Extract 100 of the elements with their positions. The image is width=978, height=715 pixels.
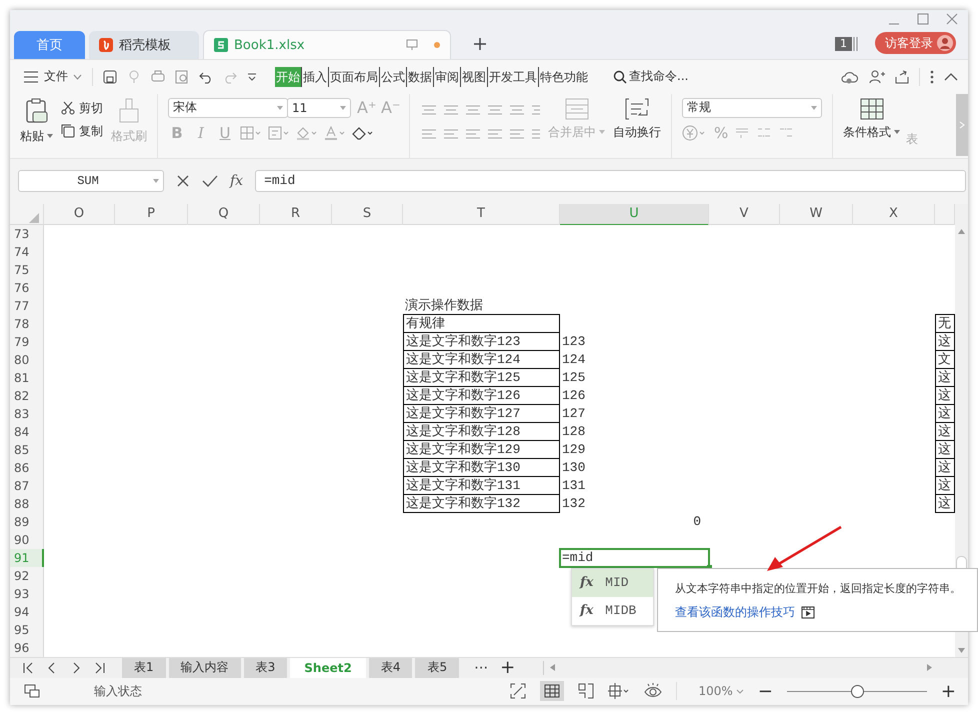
cancel-icon[interactable] (176, 174, 190, 188)
scroll-left-icon[interactable] (550, 664, 556, 671)
row-header[interactable]: 79 (10, 332, 44, 350)
ribbon-tab[interactable]: 页面布局 (328, 66, 379, 87)
wrap-text-button[interactable]: 自动换行 (613, 98, 661, 140)
sheet-tab[interactable]: 表5 (415, 658, 460, 678)
sheet-tab[interactable]: 输入内容 (168, 658, 241, 678)
row-header[interactable]: 89 (10, 512, 44, 530)
borders-icon[interactable] (240, 126, 262, 140)
increase-decimal-icon[interactable] (756, 126, 772, 140)
ribbon-tab[interactable]: 视图 (460, 66, 487, 87)
eraser-icon[interactable] (352, 126, 374, 140)
undo-icon[interactable] (199, 70, 213, 84)
zoom-dropdown[interactable]: 100% (698, 684, 744, 698)
row-header[interactable]: 92 (10, 566, 44, 584)
row-header[interactable]: 85 (10, 440, 44, 458)
row-header[interactable]: 95 (10, 620, 44, 638)
notification-badge[interactable]: 1 (835, 37, 852, 52)
add-sheet-button[interactable]: + (500, 657, 516, 678)
print-preview-icon[interactable] (175, 70, 189, 84)
row-header[interactable]: 81 (10, 368, 44, 386)
font-size-dropdown[interactable]: 11 (287, 98, 351, 118)
ribbon-tab[interactable]: 数据 (406, 66, 433, 87)
cloud-icon[interactable] (841, 70, 859, 84)
row-header[interactable]: 77 (10, 296, 44, 314)
document-tab[interactable]: Book1.xlsx (203, 30, 451, 60)
page-break-icon[interactable] (578, 683, 594, 700)
cell-style-icon[interactable] (268, 126, 290, 140)
sheet-tab[interactable]: 表3 (244, 658, 288, 678)
cut-button[interactable]: 剪切 (61, 100, 103, 116)
name-box[interactable]: SUM (18, 170, 164, 192)
share-icon[interactable] (895, 70, 909, 84)
video-icon[interactable] (801, 606, 815, 618)
row-header[interactable]: 74 (10, 242, 44, 260)
row-header[interactable]: 82 (10, 386, 44, 404)
save-icon[interactable] (103, 70, 117, 84)
last-sheet-icon[interactable] (94, 662, 106, 674)
checkmark-icon[interactable] (202, 174, 218, 188)
caret-icon[interactable] (247, 72, 257, 82)
freeze-panes-icon[interactable] (608, 683, 630, 700)
row-header[interactable]: 80 (10, 350, 44, 368)
ribbon-tab[interactable]: 插入 (301, 66, 328, 87)
row-header[interactable]: 88 (10, 494, 44, 512)
close-icon[interactable] (946, 13, 958, 25)
row-header[interactable]: 84 (10, 422, 44, 440)
ribbon-tab[interactable]: 开发工具 (487, 66, 538, 87)
function-suggestion[interactable]: fx MID (572, 568, 653, 596)
row-header[interactable]: 86 (10, 458, 44, 476)
paste-button[interactable]: 粘贴 (20, 98, 53, 144)
row-header[interactable]: 83 (10, 404, 44, 422)
fill-color-icon[interactable] (296, 126, 318, 140)
formula-input[interactable]: =mid (255, 170, 966, 192)
eye-icon[interactable] (644, 683, 662, 700)
more-icon[interactable] (930, 70, 934, 84)
ribbon-tab[interactable]: 公式 (379, 66, 406, 87)
row-header[interactable]: 75 (10, 260, 44, 278)
zoom-slider-thumb[interactable] (850, 684, 864, 698)
redo-icon[interactable] (223, 70, 237, 84)
thousands-separator-icon[interactable] (734, 126, 750, 140)
file-menu[interactable]: 文件 (44, 68, 82, 86)
scroll-up-icon[interactable] (958, 228, 965, 234)
login-button[interactable]: 访客登录 (875, 32, 956, 54)
number-format-dropdown[interactable]: 常规 (682, 98, 822, 118)
font-color-icon[interactable] (324, 126, 346, 140)
font-name-dropdown[interactable]: 宋体 (168, 98, 288, 118)
more-sheets-button[interactable]: ⋯ (474, 660, 488, 676)
function-suggestion[interactable]: fx MIDB (572, 596, 653, 624)
row-header[interactable]: 94 (10, 602, 44, 620)
add-user-icon[interactable] (869, 70, 885, 84)
conditional-format-button[interactable]: 条件格式 (843, 98, 900, 140)
row-header[interactable]: 93 (10, 584, 44, 602)
sheet-tab[interactable]: 表1 (122, 658, 166, 678)
row-header[interactable]: 87 (10, 476, 44, 494)
document-tab[interactable]: 稻壳模板 (89, 31, 199, 60)
function-tips-link[interactable]: 查看该函数的操作技巧 (675, 604, 795, 620)
zoom-out-button[interactable]: − (758, 680, 773, 702)
fullscreen-icon[interactable] (510, 683, 526, 700)
row-header[interactable]: 73 (10, 224, 44, 242)
maximize-icon[interactable] (917, 13, 929, 25)
zoom-in-button[interactable]: + (940, 680, 956, 702)
row-header[interactable]: 90 (10, 530, 44, 548)
sheet-tab[interactable]: Sheet2 (290, 658, 366, 678)
insert-function-button[interactable]: fx (230, 173, 244, 190)
scroll-right-icon[interactable] (927, 664, 932, 671)
command-search[interactable]: 查找命令... (613, 68, 688, 86)
normal-view-button[interactable] (540, 681, 564, 702)
collapse-icon[interactable] (944, 72, 958, 82)
menu-icon[interactable] (24, 70, 38, 83)
macro-icon[interactable] (24, 684, 40, 698)
copy-button[interactable]: 复制 (61, 122, 103, 140)
monitor-icon[interactable] (406, 39, 418, 52)
active-cell[interactable]: =mid (560, 548, 709, 566)
new-tab-icon[interactable] (473, 37, 487, 52)
ribbon-tab[interactable]: 审阅 (433, 66, 460, 87)
sheet-tab[interactable]: 表4 (368, 658, 412, 678)
scroll-down-icon[interactable] (958, 648, 965, 652)
row-header[interactable]: 78 (10, 314, 44, 332)
row-header[interactable]: 76 (10, 278, 44, 296)
print-icon[interactable] (151, 70, 165, 84)
first-sheet-icon[interactable] (22, 662, 34, 674)
